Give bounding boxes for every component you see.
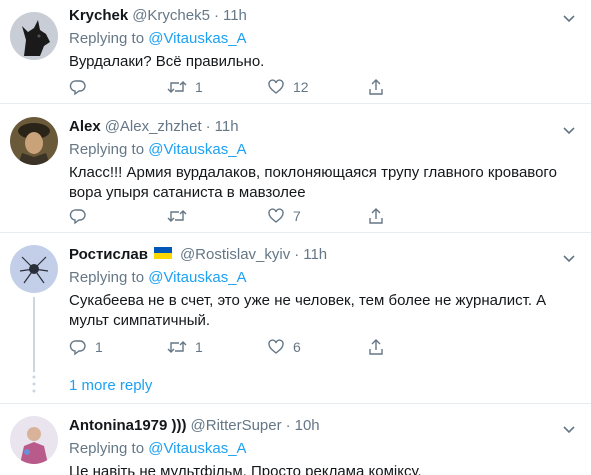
author-name[interactable]: Alex xyxy=(69,117,101,137)
tweet-alex[interactable]: Alex @Alex_zhzhet · 11h Replying to @Vit… xyxy=(0,104,591,232)
retweet-button[interactable]: 1 xyxy=(167,77,203,97)
author-handle[interactable]: @RitterSuper xyxy=(191,416,282,436)
share-icon xyxy=(369,339,383,355)
author-handle[interactable]: @Rostislav_kyiv xyxy=(180,245,290,265)
replying-label: Replying to xyxy=(69,30,145,47)
tweet-actions: 1 12 xyxy=(69,77,469,97)
spider-avatar-image xyxy=(10,245,58,293)
like-count: 6 xyxy=(293,339,301,355)
author-handle[interactable]: @Alex_zhzhet xyxy=(105,117,202,137)
timestamp[interactable]: 11h xyxy=(215,117,239,137)
mention-link[interactable]: @Vitauskas_A xyxy=(148,440,246,457)
like-count: 12 xyxy=(293,79,309,95)
tweet-krychek[interactable]: Krychek @Krychek5 · 11h Replying to @Vit… xyxy=(0,0,591,103)
show-more-replies-link[interactable]: 1 more reply xyxy=(69,376,152,396)
reply-button[interactable]: 1 xyxy=(69,337,103,357)
separator-dot: · xyxy=(285,417,291,434)
author-handle[interactable]: @Krychek5 xyxy=(132,6,210,26)
separator-dot: · xyxy=(294,246,300,263)
author-name[interactable]: Krychek xyxy=(69,6,128,26)
replying-to: Replying to @Vitauskas_A xyxy=(69,439,571,459)
mention-link[interactable]: @Vitauskas_A xyxy=(148,269,246,286)
replying-to: Replying to @Vitauskas_A xyxy=(69,268,571,288)
tweet-text: Це навіть не мультфільм. Просто реклама … xyxy=(69,463,422,475)
like-button[interactable]: 7 xyxy=(267,206,301,226)
replying-to: Replying to @Vitauskas_A xyxy=(69,140,571,160)
tweet-text: Класс!!! Армия вурдалаков, поклоняющаяся… xyxy=(69,164,557,201)
chevron-down-icon[interactable] xyxy=(561,250,577,266)
reply-button[interactable] xyxy=(69,77,87,97)
separator-dot: · xyxy=(205,118,211,135)
chevron-down-icon[interactable] xyxy=(561,10,577,26)
reply-button[interactable] xyxy=(69,206,87,226)
child-avatar-image xyxy=(10,416,58,464)
avatar[interactable] xyxy=(10,117,58,165)
heart-icon xyxy=(268,208,284,223)
retweet-count: 1 xyxy=(195,339,203,355)
ukraine-flag-icon xyxy=(153,247,172,259)
share-icon xyxy=(369,79,383,95)
avatar[interactable] xyxy=(10,12,58,60)
timestamp[interactable]: 10h xyxy=(295,416,320,436)
reply-icon xyxy=(69,209,86,225)
author-name[interactable]: Antonina1979 ))) xyxy=(69,416,187,436)
dog-avatar-image xyxy=(10,12,58,60)
chevron-down-icon[interactable] xyxy=(561,421,577,437)
timestamp[interactable]: 11h xyxy=(223,6,247,26)
like-count: 7 xyxy=(293,208,301,224)
retweet-icon xyxy=(167,81,187,93)
heart-icon xyxy=(268,339,284,354)
retweet-count: 1 xyxy=(195,79,203,95)
tweet-text: Сукабеева не в счет, это уже не человек,… xyxy=(69,292,547,329)
share-button[interactable] xyxy=(367,206,385,226)
share-button[interactable] xyxy=(367,337,385,357)
avatar[interactable] xyxy=(10,416,58,464)
tweet-rostislav[interactable]: Ростислав @Rostislav_kyiv · 11h Replying… xyxy=(0,233,591,403)
replying-label: Replying to xyxy=(69,141,145,158)
share-button[interactable] xyxy=(367,77,385,97)
tweet-antonina[interactable]: Antonina1979 ))) @RitterSuper · 10h Repl… xyxy=(0,404,591,475)
portrait-avatar-image xyxy=(10,117,58,165)
timestamp[interactable]: 11h xyxy=(303,245,327,265)
retweet-button[interactable]: 1 xyxy=(167,337,203,357)
mention-link[interactable]: @Vitauskas_A xyxy=(148,30,246,47)
retweet-icon xyxy=(167,210,187,222)
share-icon xyxy=(369,208,383,224)
reply-count: 1 xyxy=(95,339,103,355)
thread-line xyxy=(33,297,35,372)
thread-dots-icon xyxy=(32,375,36,393)
avatar[interactable] xyxy=(10,245,58,293)
tweet-actions: 1 1 6 xyxy=(69,337,469,357)
reply-icon xyxy=(69,340,86,356)
tweet-text: Вурдалаки? Всё правильно. xyxy=(69,53,265,70)
author-name[interactable]: Ростислав xyxy=(69,245,148,265)
separator-dot: · xyxy=(213,7,219,24)
reply-icon xyxy=(69,80,86,96)
replying-label: Replying to xyxy=(69,269,145,286)
tweet-actions: 7 xyxy=(69,206,469,226)
replying-to: Replying to @Vitauskas_A xyxy=(69,29,571,49)
reply-feed: Krychek @Krychek5 · 11h Replying to @Vit… xyxy=(0,0,591,475)
replying-label: Replying to xyxy=(69,440,145,457)
heart-icon xyxy=(268,79,284,94)
chevron-down-icon[interactable] xyxy=(561,122,577,138)
like-button[interactable]: 6 xyxy=(267,337,301,357)
like-button[interactable]: 12 xyxy=(267,77,309,97)
retweet-icon xyxy=(167,341,187,353)
retweet-button[interactable] xyxy=(167,206,187,226)
mention-link[interactable]: @Vitauskas_A xyxy=(148,141,246,158)
